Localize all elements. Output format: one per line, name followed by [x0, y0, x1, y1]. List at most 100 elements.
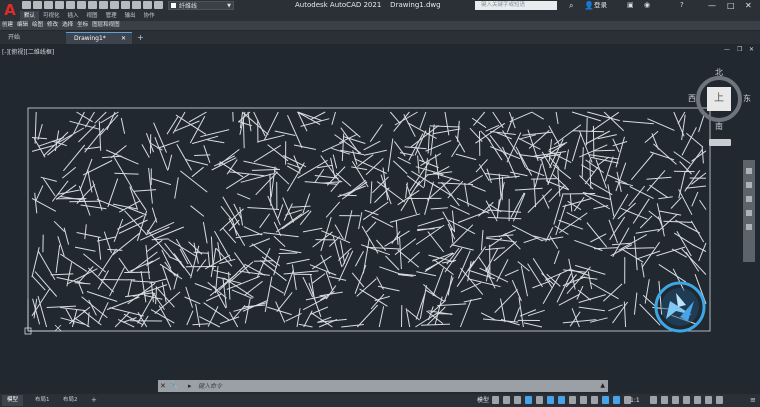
transparency-icon[interactable] [580, 396, 587, 404]
share-icon[interactable] [110, 1, 119, 9]
compass-west[interactable]: 西 [688, 93, 696, 104]
new-icon[interactable] [22, 1, 31, 9]
fiber-line [344, 210, 353, 241]
tab-start[interactable]: 开始 [0, 32, 64, 44]
lineweight-icon[interactable] [569, 396, 576, 404]
cart-icon[interactable]: ▣ [627, 0, 634, 11]
selection-cycling-icon[interactable] [591, 396, 598, 404]
fiber-line [282, 197, 295, 223]
steering-wheel-icon[interactable] [654, 281, 706, 333]
hardware-acceleration-icon[interactable] [705, 396, 712, 404]
chevron-up-icon[interactable]: ▲ [600, 380, 605, 392]
customize-icon[interactable]: 🔧 [170, 380, 179, 392]
menu-draw[interactable]: 绘图 [30, 21, 45, 30]
viewport-minimize-icon[interactable]: — [724, 46, 730, 53]
quick-properties-icon[interactable] [683, 396, 690, 404]
tab-manage[interactable]: 管理 [102, 11, 121, 21]
lock-icon[interactable] [143, 1, 152, 9]
clean-screen-icon[interactable] [716, 396, 723, 404]
view-cube[interactable]: 上 北 南 西 东 [688, 67, 752, 147]
tab-drawing1[interactable]: Drawing1* ✕ [66, 32, 132, 44]
search-input[interactable]: 键入关键字或短语 [475, 1, 557, 10]
drawing-viewport[interactable]: [-][俯视][二维线框] — ❐ ✕ 上 北 南 西 东 [0, 45, 760, 378]
workspace-gear-icon[interactable] [650, 396, 657, 404]
saveas-icon[interactable] [55, 1, 64, 9]
color-icon[interactable] [154, 1, 163, 9]
layer-dropdown[interactable]: 纤维线 ▼ [168, 1, 234, 10]
annotation-visibility-icon[interactable] [602, 396, 609, 404]
annotation-monitor-icon[interactable] [661, 396, 668, 404]
minimize-icon[interactable]: — [708, 0, 716, 11]
tab-close-icon[interactable]: ✕ [121, 33, 126, 45]
user-icon[interactable]: 👤 [584, 0, 594, 11]
customization-menu-icon[interactable]: ≡ [750, 394, 756, 407]
compass-east[interactable]: 东 [743, 93, 751, 104]
layout-tab-1[interactable]: 布局1 [30, 395, 55, 406]
menu-select[interactable]: 选择 [60, 21, 75, 30]
fiber-line [478, 256, 490, 273]
maximize-icon[interactable]: □ [727, 0, 735, 11]
menu-layers-views[interactable]: 图层和视图 [90, 21, 122, 30]
a360-icon[interactable]: ◉ [644, 0, 650, 11]
tab-view[interactable]: 视图 [83, 11, 102, 21]
layout-tab-2[interactable]: 布局2 [58, 395, 83, 406]
compass-south[interactable]: 南 [715, 121, 723, 132]
menu-create[interactable]: 创建 [0, 21, 15, 30]
fiber-line [397, 156, 411, 165]
layout-tab-model[interactable]: 模型 [2, 395, 24, 406]
isolate-objects-icon[interactable] [694, 396, 701, 404]
drawing-canvas[interactable] [0, 45, 760, 378]
annotation-scale[interactable]: 1:1 [630, 394, 640, 407]
fiber-line [236, 193, 251, 200]
tab-visualize[interactable]: 可视化 [39, 11, 64, 21]
menu-coordinates[interactable]: 坐标 [75, 21, 90, 30]
recent-commands-icon[interactable]: ▸ [188, 380, 192, 392]
autocad-logo[interactable]: A [0, 0, 20, 21]
viewport-restore-icon[interactable]: ❐ [737, 46, 742, 53]
orbit-icon[interactable] [746, 210, 752, 216]
isodraft-icon[interactable] [536, 396, 543, 404]
tab-collaborate[interactable]: 协作 [140, 11, 159, 21]
viewport-controls-label[interactable]: [-][俯视][二维线框] [2, 47, 54, 56]
print-icon[interactable] [77, 1, 86, 9]
menu-edit[interactable]: 编辑 [15, 21, 30, 30]
tab-default[interactable]: 默认 [20, 11, 40, 21]
polar-icon[interactable] [525, 396, 532, 404]
redo-icon[interactable] [99, 1, 108, 9]
pan-icon[interactable] [746, 182, 752, 188]
viewport-close-icon[interactable]: ✕ [749, 46, 754, 53]
ortho-icon[interactable] [514, 396, 521, 404]
save-icon[interactable] [44, 1, 53, 9]
open-icon[interactable] [33, 1, 42, 9]
add-layout-icon[interactable]: + [86, 395, 102, 406]
close-icon[interactable]: ✕ [745, 0, 752, 11]
tab-drawing1-label: Drawing1* [74, 35, 106, 42]
menu-modify[interactable]: 修改 [45, 21, 60, 30]
login-button[interactable]: 登录 [594, 0, 607, 11]
command-close-icon[interactable]: ✕ [160, 380, 166, 392]
fiber-line [626, 247, 655, 249]
object-snap-tracking-icon[interactable] [547, 396, 554, 404]
command-input[interactable] [198, 381, 603, 391]
view-cube-top-face[interactable]: 上 [707, 87, 731, 111]
help-icon[interactable]: ? [680, 0, 684, 11]
tab-output[interactable]: 输出 [121, 11, 140, 21]
undo-icon[interactable] [88, 1, 97, 9]
search-icon[interactable]: ⌕ [569, 0, 573, 11]
compass-north[interactable]: 北 [715, 67, 723, 78]
units-icon[interactable] [672, 396, 679, 404]
snap-icon[interactable] [503, 396, 510, 404]
zoom-icon[interactable] [746, 196, 752, 202]
sun-icon[interactable] [132, 1, 141, 9]
lightbulb-icon[interactable] [121, 1, 130, 9]
full-navigation-wheel-icon[interactable] [746, 168, 752, 174]
showmotion-icon[interactable] [746, 224, 752, 230]
new-tab-icon[interactable]: + [137, 32, 144, 44]
auto-scale-icon[interactable] [613, 396, 620, 404]
grid-icon[interactable] [492, 396, 499, 404]
wcs-dropdown[interactable] [709, 139, 731, 146]
tab-insert[interactable]: 插入 [64, 11, 83, 21]
object-snap-icon[interactable] [558, 396, 565, 404]
web-icon[interactable] [66, 1, 75, 9]
model-space-button[interactable]: 模型 [477, 394, 489, 407]
